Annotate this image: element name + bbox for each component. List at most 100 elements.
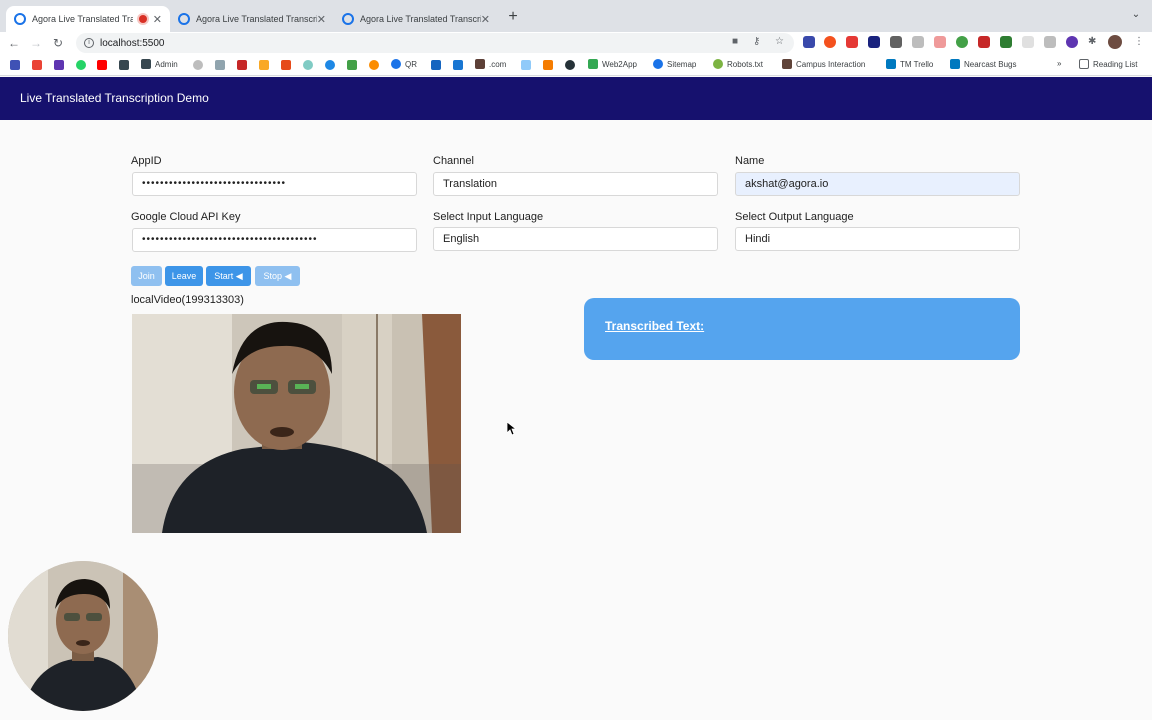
tab-title: Agora Live Translated Transcription Demo (196, 14, 317, 24)
browser-tab-1[interactable]: Agora Live Translated Transcription Demo… (6, 6, 170, 32)
close-icon[interactable]: ✕ (317, 13, 326, 26)
extension-icon[interactable] (1000, 36, 1012, 48)
reload-icon[interactable]: ↻ (50, 35, 66, 51)
name-field[interactable]: akshat@agora.io (735, 172, 1020, 196)
local-video-label: localVideo(199313303) (131, 294, 244, 306)
close-icon[interactable]: ✕ (481, 13, 490, 26)
reading-list-icon (1079, 59, 1089, 69)
stop-label: Stop (263, 271, 283, 281)
bookmark-star-icon[interactable]: ☆ (775, 36, 784, 47)
puzzle-extensions-icon[interactable]: ✱ (1088, 36, 1096, 47)
bookmark-icon[interactable] (281, 60, 291, 70)
bookmark-campus-interaction[interactable]: Campus Interaction (782, 59, 865, 69)
bookmark-label: Campus Interaction (796, 59, 866, 69)
bookmark-icon[interactable] (453, 60, 463, 70)
camera-icon[interactable]: ■ (732, 36, 738, 47)
browser-tab-3[interactable]: Agora Live Translated Transcription Demo… (334, 6, 498, 32)
extension-icon[interactable] (1066, 36, 1078, 48)
bookmark-com[interactable]: .com (475, 59, 506, 69)
extension-icon[interactable] (978, 36, 990, 48)
new-tab-icon[interactable]: + (504, 9, 522, 27)
key-icon[interactable]: ⚷ (753, 36, 760, 47)
bookmark-icon[interactable] (521, 60, 531, 70)
join-label: Join (138, 271, 155, 281)
mouse-cursor-icon (506, 421, 518, 441)
stop-button[interactable]: Stop ◀ (255, 266, 300, 286)
bookmark-sitemap[interactable]: Sitemap (653, 59, 696, 69)
menu-kebab-icon[interactable]: ⋮ (1134, 36, 1144, 47)
local-video (132, 314, 461, 533)
bookmark-tm-trello[interactable]: TM Trello (886, 59, 933, 69)
bookmarks-overflow-icon[interactable]: » (1057, 59, 1061, 68)
bookmark-icon (475, 59, 485, 69)
back-icon[interactable]: ← (6, 35, 22, 51)
bookmark-icon[interactable] (119, 60, 129, 70)
input-language-label: Select Input Language (433, 211, 544, 223)
analytics-icon[interactable] (543, 60, 553, 70)
bookmark-icon[interactable] (193, 60, 203, 70)
extension-icon[interactable] (956, 36, 968, 48)
close-icon[interactable]: ✕ (153, 13, 162, 26)
site-info-icon[interactable]: i (84, 38, 94, 48)
megaphone-icon: ◀ (235, 271, 243, 281)
start-button[interactable]: Start ◀ (206, 266, 251, 286)
bookmark-admin[interactable]: Admin (141, 59, 178, 69)
bookmark-icon[interactable] (10, 60, 20, 70)
input-language-select[interactable]: English (433, 227, 718, 251)
bookmark-icon[interactable] (565, 60, 575, 70)
bookmark-icon (782, 59, 792, 69)
extension-icon[interactable] (1022, 36, 1034, 48)
extension-icon[interactable] (890, 36, 902, 48)
bookmark-icon[interactable] (215, 60, 225, 70)
leave-label: Leave (171, 271, 197, 281)
bookmark-icon[interactable] (431, 60, 441, 70)
appid-field[interactable]: •••••••••••••••••••••••••••••••• (132, 172, 417, 196)
bookmark-icon[interactable] (325, 60, 335, 70)
whatsapp-icon[interactable] (76, 60, 86, 70)
tab-search-chevron-icon[interactable]: ⌄ (1128, 9, 1144, 25)
forward-icon[interactable]: → (28, 35, 44, 51)
api-key-field[interactable]: ••••••••••••••••••••••••••••••••••••••• (132, 228, 417, 252)
extension-icon[interactable] (868, 36, 880, 48)
gmail-icon[interactable] (32, 60, 42, 70)
bookmark-icon[interactable] (237, 60, 247, 70)
browser-tab-2[interactable]: Agora Live Translated Transcription Demo… (170, 6, 334, 32)
join-button[interactable]: Join (131, 266, 162, 286)
bookmark-icon (141, 59, 151, 69)
local-video-frame (132, 314, 461, 533)
tab-title: Agora Live Translated Transcription Demo (360, 14, 481, 24)
bookmark-icon[interactable] (54, 60, 64, 70)
bookmark-robots[interactable]: Robots.txt (713, 59, 763, 69)
bookmark-qr[interactable]: QR (391, 59, 417, 69)
leave-button[interactable]: Leave (165, 266, 203, 286)
channel-field[interactable]: Translation (433, 172, 718, 196)
extension-icon[interactable] (1044, 36, 1056, 48)
bookmark-icon (391, 59, 401, 69)
bookmarks-bar: Admin QR .com Web2App Sitemap Robots.txt… (0, 54, 1152, 76)
extension-icon[interactable] (824, 36, 836, 48)
output-language-select[interactable]: Hindi (735, 227, 1020, 251)
extension-icon[interactable] (846, 36, 858, 48)
bookmark-icon (588, 59, 598, 69)
bookmark-web2app[interactable]: Web2App (588, 59, 637, 69)
bookmark-label: Admin (155, 59, 178, 69)
profile-avatar[interactable] (1108, 35, 1122, 49)
reading-list[interactable]: Reading List (1079, 59, 1137, 69)
bookmark-label: Nearcast Bugs (964, 59, 1017, 69)
youtube-icon[interactable] (97, 60, 107, 70)
reading-list-label: Reading List (1093, 59, 1138, 69)
extension-icon[interactable] (912, 36, 924, 48)
trello-icon (950, 59, 960, 69)
bookmark-icon[interactable] (347, 60, 357, 70)
bookmark-icon[interactable] (303, 60, 313, 70)
appid-label: AppID (131, 155, 162, 167)
address-bar[interactable]: i localhost:5500 (76, 33, 794, 53)
app-header: Live Translated Transcription Demo (0, 77, 1152, 120)
bookmark-nearcast-bugs[interactable]: Nearcast Bugs (950, 59, 1016, 69)
extension-icon[interactable] (934, 36, 946, 48)
extension-icon[interactable] (803, 36, 815, 48)
bookmark-icon[interactable] (259, 60, 269, 70)
output-language-label: Select Output Language (735, 211, 854, 223)
bookmark-icon[interactable] (369, 60, 379, 70)
browser-tabstrip: Agora Live Translated Transcription Demo… (0, 0, 1152, 32)
